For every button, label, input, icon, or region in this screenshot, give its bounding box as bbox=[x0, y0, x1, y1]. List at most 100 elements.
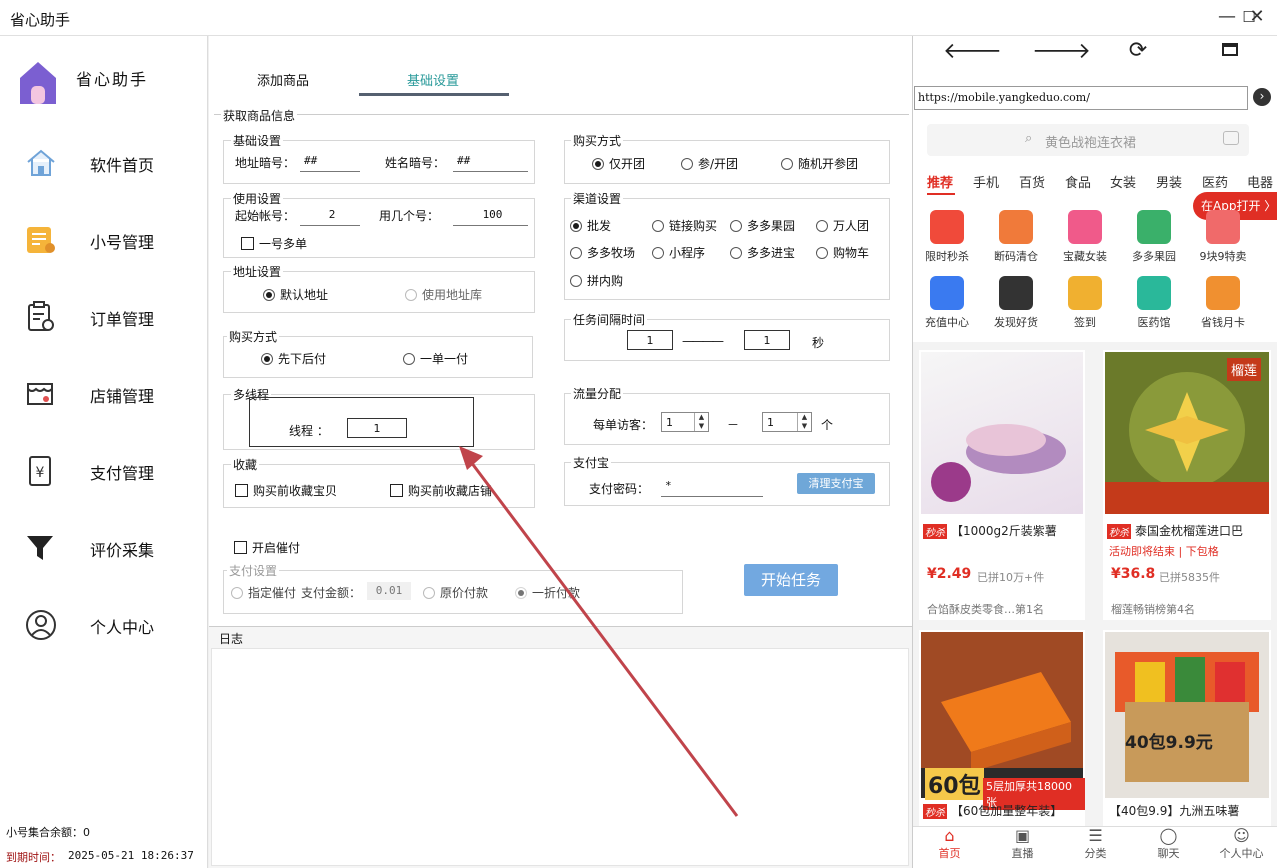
close-button[interactable]: ✕ bbox=[1244, 6, 1270, 27]
fixed-pay-radio[interactable]: 指定催付 bbox=[231, 584, 296, 601]
sidebar-item-reviews[interactable]: 评价采集 bbox=[0, 519, 208, 579]
radio-dot[interactable] bbox=[403, 352, 415, 365]
start-account-input[interactable]: 2 bbox=[300, 204, 360, 226]
refresh-icon[interactable]: ⟳ bbox=[1121, 38, 1155, 63]
visitor-from-spinner[interactable]: 1 ▲ ▼ bbox=[661, 412, 709, 432]
sidebar-item-accounts[interactable]: 小号管理 bbox=[0, 211, 208, 271]
bottom-nav-category[interactable]: ☰ 分类 bbox=[1059, 826, 1132, 861]
multi-order-checkbox[interactable]: 一号多单 bbox=[241, 235, 307, 252]
checkbox-box[interactable] bbox=[235, 484, 248, 497]
radio-dot[interactable] bbox=[423, 586, 435, 599]
channel-cart-radio[interactable]: 购物车 bbox=[816, 244, 869, 261]
channel-link-radio[interactable]: 链接购买 bbox=[652, 217, 717, 234]
radio-dot[interactable] bbox=[681, 157, 693, 170]
quick-entry-orchard[interactable]: 多多果园 bbox=[1124, 210, 1184, 264]
spinner-arrows-icon[interactable]: ▲ ▼ bbox=[694, 413, 708, 431]
channel-wanren-radio[interactable]: 万人团 bbox=[816, 217, 869, 234]
bottom-nav-live[interactable]: ▣ 直播 bbox=[986, 826, 1059, 861]
checkbox-box[interactable] bbox=[241, 237, 254, 250]
channel-wholesale-radio[interactable]: 批发 bbox=[570, 217, 611, 234]
back-arrow-icon[interactable]: 🡐 bbox=[943, 38, 1002, 64]
quick-entry-discover[interactable]: 发现好货 bbox=[986, 276, 1046, 330]
radio-dot[interactable] bbox=[261, 352, 273, 365]
category-tab[interactable]: 医药 bbox=[1202, 172, 1228, 191]
channel-miniapp-radio[interactable]: 小程序 bbox=[652, 244, 705, 261]
sidebar-item-orders[interactable]: 订单管理 bbox=[0, 288, 208, 348]
sidebar-item-profile[interactable]: 个人中心 bbox=[0, 596, 208, 656]
radio-dot[interactable] bbox=[652, 219, 664, 232]
go-arrow-icon[interactable]: › bbox=[1253, 88, 1271, 106]
visitor-to-spinner[interactable]: 1 ▲ ▼ bbox=[762, 412, 812, 432]
radio-dot[interactable] bbox=[816, 246, 828, 259]
category-tab[interactable]: 电器 bbox=[1247, 172, 1273, 191]
random-group-radio[interactable]: 随机开参团 bbox=[781, 155, 858, 172]
pay-first-radio[interactable]: 先下后付 bbox=[261, 350, 326, 367]
join-group-radio[interactable]: 参/开团 bbox=[681, 155, 738, 172]
collect-item-checkbox[interactable]: 购买前收藏宝贝 bbox=[235, 482, 337, 499]
quick-entry-pharmacy[interactable]: 医药馆 bbox=[1124, 276, 1184, 330]
product-card[interactable]: 秒杀 【1000g2斤装紫薯 ¥2.49 已拼10万+件 合馅酥皮类零食…第1名 bbox=[919, 350, 1085, 620]
radio-dot[interactable] bbox=[263, 288, 275, 301]
camera-icon[interactable] bbox=[1223, 131, 1239, 145]
interval-to-input[interactable]: 1 bbox=[744, 330, 790, 350]
category-tab[interactable]: 手机 bbox=[973, 172, 999, 191]
radio-dot[interactable] bbox=[570, 246, 582, 259]
bottom-nav-home[interactable]: ⌂ 首页 bbox=[913, 826, 986, 861]
radio-dot[interactable] bbox=[730, 246, 742, 259]
radio-dot[interactable] bbox=[570, 274, 582, 287]
name-code-input[interactable]: ## bbox=[453, 150, 528, 172]
window-icon[interactable] bbox=[1222, 43, 1238, 56]
bottom-nav-profile[interactable]: ☺ 个人中心 bbox=[1205, 826, 1277, 861]
radio-dot[interactable] bbox=[781, 157, 793, 170]
sidebar-item-home[interactable]: 软件首页 bbox=[0, 134, 208, 194]
radio-dot[interactable] bbox=[570, 219, 582, 232]
channel-ranch-radio[interactable]: 多多牧场 bbox=[570, 244, 635, 261]
radio-dot[interactable] bbox=[592, 157, 604, 170]
channel-orchard-radio[interactable]: 多多果园 bbox=[730, 217, 795, 234]
category-tab[interactable]: 食品 bbox=[1065, 172, 1091, 191]
thread-input[interactable]: 1 bbox=[347, 418, 407, 438]
product-card[interactable]: 40包9.9元 【40包9.9】九洲五味薯 bbox=[1103, 630, 1271, 826]
quick-entry-99-sale[interactable]: 9块9特卖 bbox=[1193, 210, 1253, 264]
address-library-radio[interactable]: 使用地址库 bbox=[405, 286, 482, 303]
spinner-arrows-icon[interactable]: ▲ ▼ bbox=[797, 413, 811, 431]
category-tab[interactable]: 男装 bbox=[1156, 172, 1182, 191]
checkbox-box[interactable] bbox=[234, 541, 247, 554]
sidebar-item-shops[interactable]: 店铺管理 bbox=[0, 365, 208, 425]
checkbox-box[interactable] bbox=[390, 484, 403, 497]
radio-dot[interactable] bbox=[652, 246, 664, 259]
interval-from-input[interactable]: 1 bbox=[627, 330, 673, 350]
quick-entry-clearance[interactable]: 断码清仓 bbox=[986, 210, 1046, 264]
default-address-radio[interactable]: 默认地址 bbox=[263, 286, 328, 303]
quick-entry-flash-sale[interactable]: 限时秒杀 bbox=[917, 210, 977, 264]
group-only-radio[interactable]: 仅开团 bbox=[592, 155, 645, 172]
tab-add-product[interactable]: 添加商品 bbox=[257, 70, 309, 89]
url-input[interactable]: https://mobile.yangkeduo.com/ bbox=[914, 86, 1248, 110]
start-task-button[interactable]: 开始任务 bbox=[744, 564, 838, 596]
tab-basic-settings[interactable]: 基础设置 bbox=[407, 70, 459, 89]
product-card[interactable]: 榴莲 秒杀 泰国金枕榴莲进口巴 活动即将结束 | 下包格 ¥36.8 已拼583… bbox=[1103, 350, 1271, 620]
urge-payment-checkbox[interactable]: 开启催付 bbox=[234, 539, 300, 556]
product-card[interactable]: 60包 5层加厚共18000张 秒杀 【60包加量整年装】 bbox=[919, 630, 1085, 826]
radio-dot[interactable] bbox=[231, 586, 243, 599]
clear-alipay-button[interactable]: 清理支付宝 bbox=[797, 473, 875, 494]
category-tab[interactable]: 百货 bbox=[1019, 172, 1045, 191]
quick-entry-recharge[interactable]: 充值中心 bbox=[917, 276, 977, 330]
quick-entry-monthly-card[interactable]: 省钱月卡 bbox=[1193, 276, 1253, 330]
sidebar-item-payment[interactable]: ¥ 支付管理 bbox=[0, 442, 208, 502]
channel-jinbao-radio[interactable]: 多多进宝 bbox=[730, 244, 795, 261]
account-count-input[interactable]: 100 bbox=[453, 204, 528, 226]
pay-each-radio[interactable]: 一单一付 bbox=[403, 350, 468, 367]
addr-code-input[interactable]: ## bbox=[300, 150, 360, 172]
forward-arrow-icon[interactable]: 🡒 bbox=[1032, 38, 1091, 64]
category-tab[interactable]: 推荐 bbox=[927, 172, 953, 191]
channel-internal-radio[interactable]: 拼内购 bbox=[570, 272, 623, 289]
quick-entry-checkin[interactable]: 签到 bbox=[1055, 276, 1115, 330]
pay-amount-input[interactable]: 0.01 bbox=[367, 582, 411, 600]
category-tab[interactable]: 女装 bbox=[1110, 172, 1136, 191]
radio-dot[interactable] bbox=[730, 219, 742, 232]
radio-dot[interactable] bbox=[816, 219, 828, 232]
quick-entry-women[interactable]: 宝藏女装 bbox=[1055, 210, 1115, 264]
radio-dot[interactable] bbox=[405, 288, 417, 301]
bottom-nav-chat[interactable]: ◯ 聊天 bbox=[1132, 826, 1205, 861]
